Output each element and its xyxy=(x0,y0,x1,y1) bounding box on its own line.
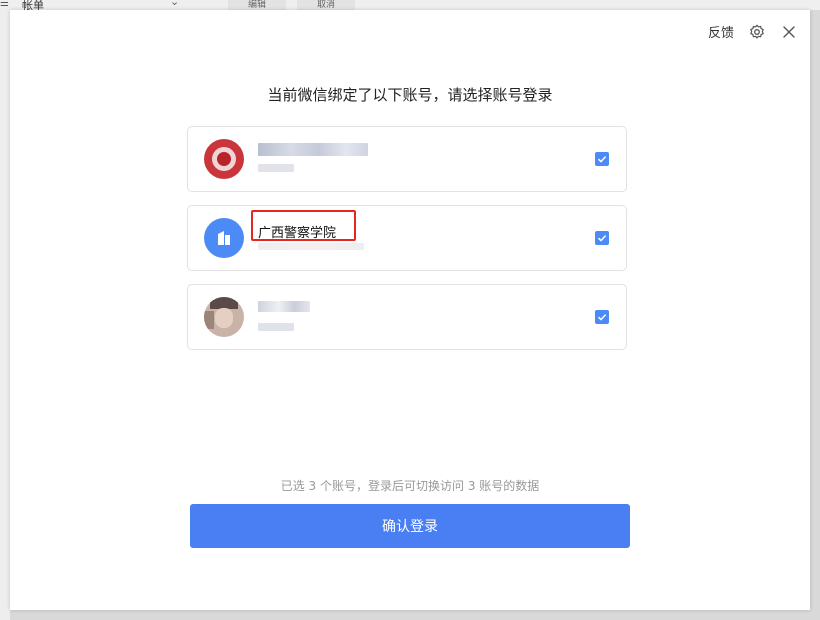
account-card[interactable] xyxy=(187,126,627,192)
dialog-title: 当前微信绑定了以下账号，请选择账号登录 xyxy=(267,86,553,104)
account-name: 广西警察学院 xyxy=(258,226,337,241)
checkbox-checked[interactable] xyxy=(595,310,609,324)
account-avatar xyxy=(204,139,244,179)
menu-icon: ☰ xyxy=(0,0,9,9)
settings-gear-icon[interactable] xyxy=(748,23,766,41)
account-list: 广西警察学院 xyxy=(187,126,627,363)
background-edit-button[interactable]: 编辑 xyxy=(228,0,286,10)
background-cancel-button[interactable]: 取消 xyxy=(297,0,355,10)
feedback-link[interactable]: 反馈 xyxy=(708,22,734,41)
building-icon xyxy=(218,231,230,245)
account-card[interactable]: 广西警察学院 xyxy=(187,205,627,271)
chevron-down-icon[interactable]: ⌄ xyxy=(170,0,179,8)
redacted-name xyxy=(258,301,310,312)
selection-summary: 已选 3 个账号，登录后可切换访问 3 账号的数据 xyxy=(280,479,540,493)
close-icon[interactable] xyxy=(780,23,798,41)
account-avatar xyxy=(204,297,244,337)
account-select-dialog: 反馈 当前微信绑定了以下账号，请选择账号登录 广西警察学院 已选 3 个账号，登… xyxy=(10,10,810,610)
redacted-subtitle xyxy=(258,323,294,331)
redacted-name xyxy=(258,143,368,156)
account-avatar xyxy=(204,218,244,258)
redacted-subtitle xyxy=(258,243,364,250)
account-card[interactable] xyxy=(187,284,627,350)
redacted-subtitle xyxy=(258,164,294,172)
background-window-top xyxy=(0,0,820,10)
checkbox-checked[interactable] xyxy=(595,152,609,166)
background-window-left xyxy=(0,0,10,620)
confirm-login-button[interactable]: 确认登录 xyxy=(190,504,630,548)
checkbox-checked[interactable] xyxy=(595,231,609,245)
dialog-top-actions: 反馈 xyxy=(708,22,798,41)
